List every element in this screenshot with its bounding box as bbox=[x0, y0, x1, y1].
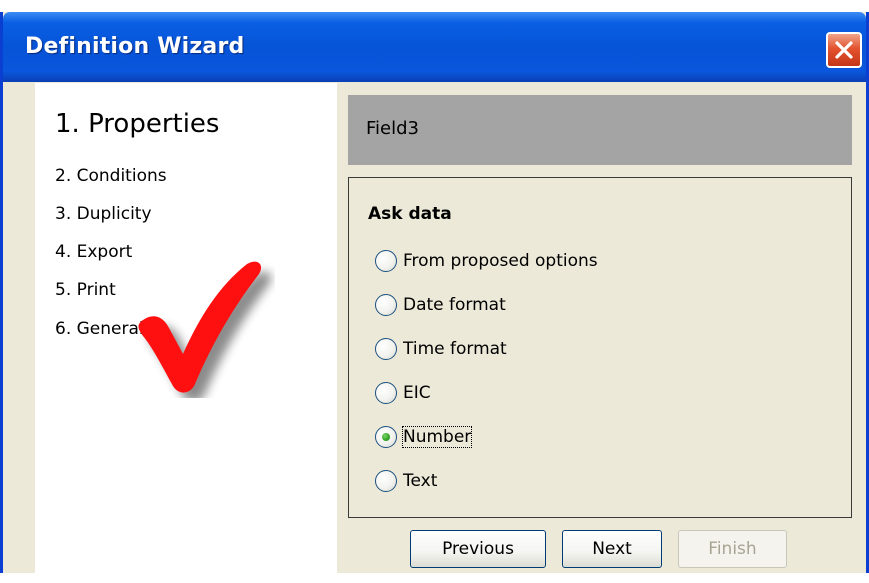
ask-data-group: Ask data From proposed options Date form… bbox=[348, 177, 852, 518]
radio-label: Text bbox=[403, 471, 438, 491]
radio-button[interactable] bbox=[375, 294, 397, 316]
radio-text[interactable]: Text bbox=[375, 468, 437, 494]
close-button[interactable] bbox=[826, 32, 862, 68]
steps-panel: 1. Properties 2. Conditions 3. Duplicity… bbox=[35, 83, 337, 583]
step-duplicity: 3. Duplicity bbox=[55, 204, 152, 224]
window-title: Definition Wizard bbox=[25, 34, 245, 59]
step-general: 6. General bbox=[55, 319, 144, 339]
radio-button[interactable] bbox=[375, 250, 397, 272]
radio-button[interactable] bbox=[375, 382, 397, 404]
radio-button[interactable] bbox=[375, 338, 397, 360]
step-export: 4. Export bbox=[55, 242, 133, 262]
field-name: Field3 bbox=[366, 118, 419, 139]
close-icon bbox=[835, 41, 853, 59]
radio-time-format[interactable]: Time format bbox=[375, 336, 507, 362]
next-button[interactable]: Next bbox=[562, 530, 662, 568]
radio-eic[interactable]: EIC bbox=[375, 380, 431, 406]
radio-date-format[interactable]: Date format bbox=[375, 292, 506, 318]
ask-data-label: Ask data bbox=[368, 204, 452, 224]
finish-button[interactable]: Finish bbox=[678, 530, 787, 568]
field-header: Field3 bbox=[348, 95, 852, 165]
radio-from-proposed-options[interactable]: From proposed options bbox=[375, 248, 598, 274]
step-print: 5. Print bbox=[55, 280, 116, 300]
radio-label: From proposed options bbox=[403, 251, 598, 271]
radio-label: Time format bbox=[403, 339, 507, 359]
checkmark-icon bbox=[138, 261, 272, 398]
radio-number[interactable]: Number bbox=[375, 424, 473, 450]
title-bar[interactable]: Definition Wizard bbox=[3, 12, 866, 82]
radio-label: Date format bbox=[403, 295, 506, 315]
radio-button-selected[interactable] bbox=[375, 426, 397, 448]
radio-button[interactable] bbox=[375, 470, 397, 492]
previous-button[interactable]: Previous bbox=[410, 530, 546, 568]
radio-label: Number bbox=[401, 426, 473, 448]
radio-label: EIC bbox=[403, 383, 431, 403]
step-conditions: 2. Conditions bbox=[55, 166, 167, 186]
step-current: 1. Properties bbox=[55, 109, 220, 139]
